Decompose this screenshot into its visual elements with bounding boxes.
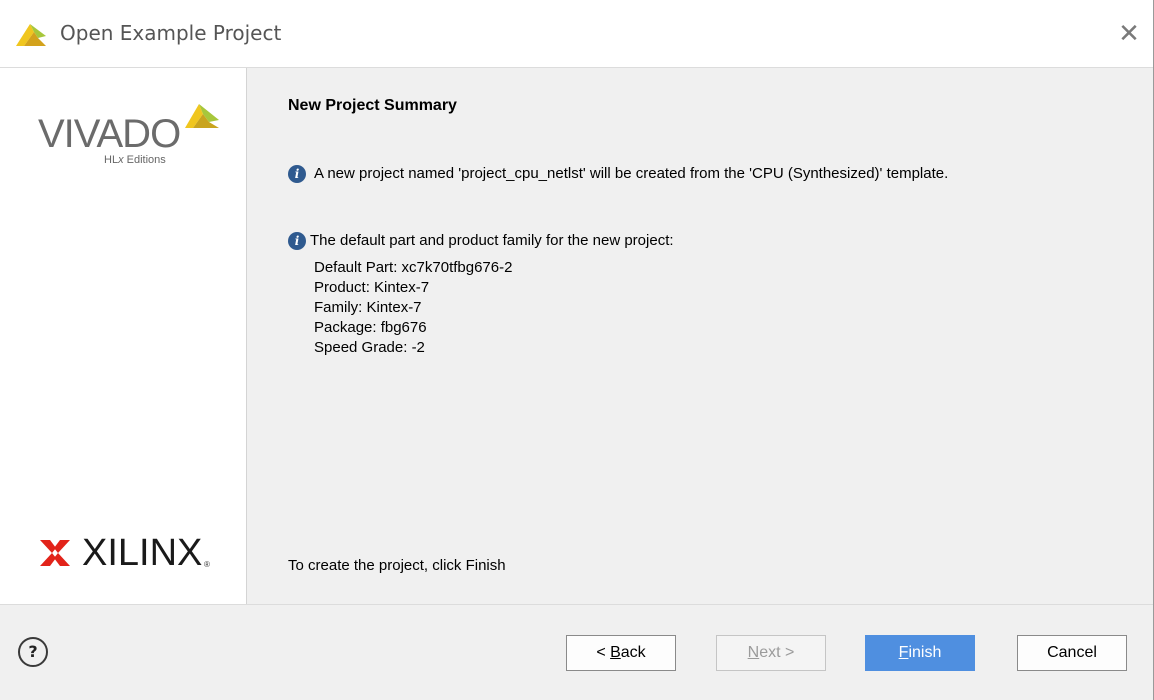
- finish-mnemonic: F: [898, 644, 909, 661]
- vivado-sub-prefix: HL: [104, 154, 119, 166]
- family-line: Family: Kintex-7: [314, 299, 422, 316]
- close-icon[interactable]: ✕: [1105, 0, 1153, 67]
- part-details: Default Part: xc7k70tfbg676-2 Product: K…: [314, 258, 512, 358]
- vivado-wordmark: VIVADO: [38, 112, 181, 156]
- info-icon: i: [288, 165, 306, 183]
- finish-rest: inish: [908, 644, 942, 661]
- vivado-sub-suffix: Editions: [123, 154, 166, 166]
- vivado-logo: VIVADO HLx Editions: [38, 98, 223, 166]
- info-icon: i: [288, 232, 306, 250]
- registered-mark: ®: [204, 560, 210, 569]
- speed-grade-line: Speed Grade: -2: [314, 339, 425, 356]
- sidebar-branding: VIVADO HLx Editions XILINX ®: [0, 68, 247, 604]
- help-icon[interactable]: ?: [18, 637, 48, 667]
- button-bar: ? < Back Next > Finish Cancel: [0, 604, 1153, 700]
- part-info-row: i The default part and product family fo…: [288, 232, 674, 250]
- next-rest: ext >: [759, 644, 795, 661]
- window-title: Open Example Project: [60, 21, 282, 45]
- xilinx-mark-icon: [40, 540, 70, 566]
- finish-hint: To create the project, click Finish: [288, 557, 506, 574]
- part-info-text: The default part and product family for …: [310, 232, 674, 249]
- back-prefix: <: [596, 644, 611, 661]
- package-line: Package: fbg676: [314, 319, 427, 336]
- summary-panel: New Project Summary i A new project name…: [247, 68, 1153, 604]
- vivado-edition-label: HLx Editions: [104, 154, 166, 166]
- open-example-project-dialog: Open Example Project ✕ VIVADO HLx Editio…: [0, 0, 1154, 700]
- next-mnemonic: N: [747, 644, 760, 661]
- cancel-button[interactable]: Cancel: [1017, 635, 1127, 671]
- xilinx-logo: XILINX ®: [38, 532, 228, 576]
- title-bar: Open Example Project ✕: [0, 0, 1153, 68]
- back-mnemonic: B: [610, 644, 621, 661]
- project-info-row: i A new project named 'project_cpu_netls…: [288, 165, 948, 183]
- project-info-text: A new project named 'project_cpu_netlst'…: [314, 165, 949, 182]
- page-title: New Project Summary: [288, 97, 457, 114]
- vivado-logo-icon: [16, 24, 46, 46]
- vivado-mark-icon: [185, 104, 219, 128]
- next-button[interactable]: Next >: [716, 635, 826, 671]
- xilinx-wordmark: XILINX: [82, 532, 203, 574]
- back-button[interactable]: < Back: [566, 635, 676, 671]
- finish-button[interactable]: Finish: [865, 635, 975, 671]
- back-rest: ack: [620, 644, 646, 661]
- default-part-line: Default Part: xc7k70tfbg676-2: [314, 259, 513, 276]
- product-line: Product: Kintex-7: [314, 279, 430, 296]
